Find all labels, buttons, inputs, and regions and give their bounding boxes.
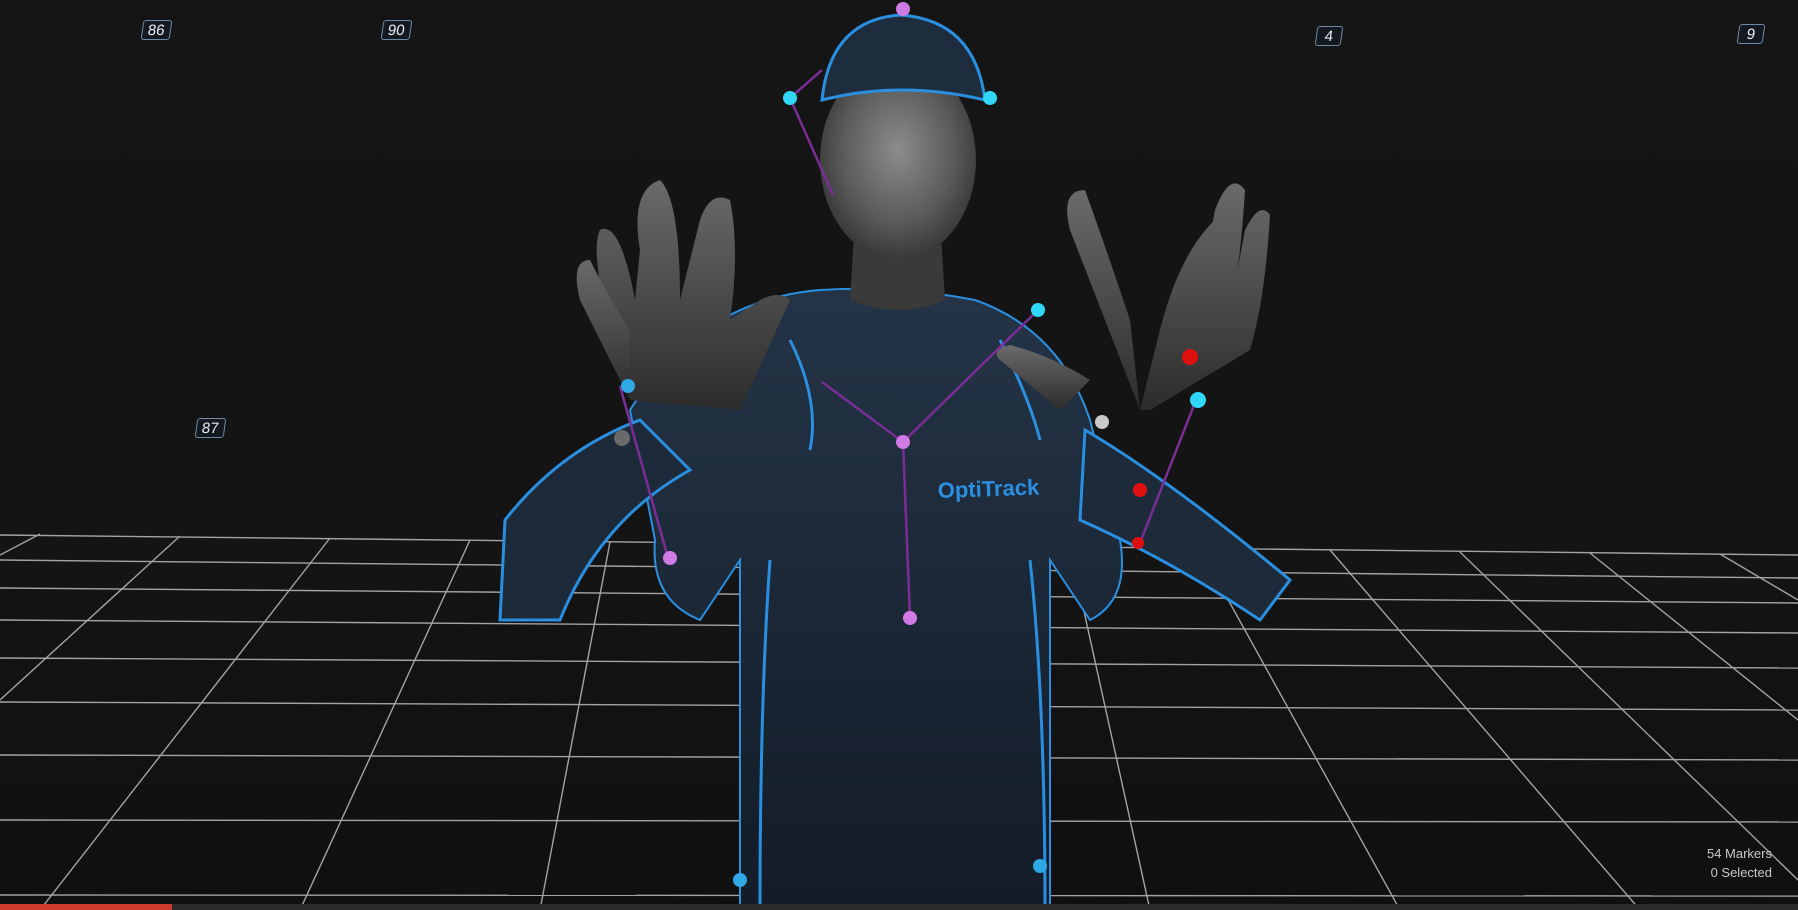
marker-icon <box>983 91 997 105</box>
marker-icon <box>896 435 910 449</box>
marker-icon <box>1190 392 1206 408</box>
timeline-strip[interactable] <box>0 904 1798 910</box>
marker-icon <box>733 873 747 887</box>
marker-icon <box>1095 415 1109 429</box>
marker-icon <box>896 2 910 16</box>
marker-icon <box>1182 349 1198 365</box>
marker-icon <box>1132 537 1144 549</box>
marker-icon <box>614 430 630 446</box>
camera-label-4[interactable]: 4 <box>1314 26 1344 46</box>
marker-status: 54 Markers 0 Selected <box>1707 844 1772 882</box>
suit-logo: OptiTrack <box>937 474 1040 503</box>
marker-icon <box>903 611 917 625</box>
marker-icon <box>663 551 677 565</box>
marker-icon <box>783 91 797 105</box>
scene-canvas[interactable]: OptiTrack <box>0 0 1798 910</box>
camera-label-86[interactable]: 86 <box>140 20 173 40</box>
camera-label-87[interactable]: 87 <box>194 418 227 438</box>
marker-icon <box>1033 859 1047 873</box>
camera-label-9[interactable]: 9 <box>1736 24 1766 44</box>
marker-count: 54 Markers <box>1706 846 1772 861</box>
right-hand <box>996 183 1270 410</box>
head <box>820 13 987 260</box>
marker-icon <box>1133 483 1147 497</box>
marker-icon <box>621 379 635 393</box>
camera-label-90[interactable]: 90 <box>380 20 413 40</box>
marker-icon <box>1031 303 1045 317</box>
selected-count: 0 Selected <box>1710 865 1772 880</box>
3d-viewport[interactable]: OptiTrack 86 90 4 9 87 54 Markers 0 Sele… <box>0 0 1798 910</box>
